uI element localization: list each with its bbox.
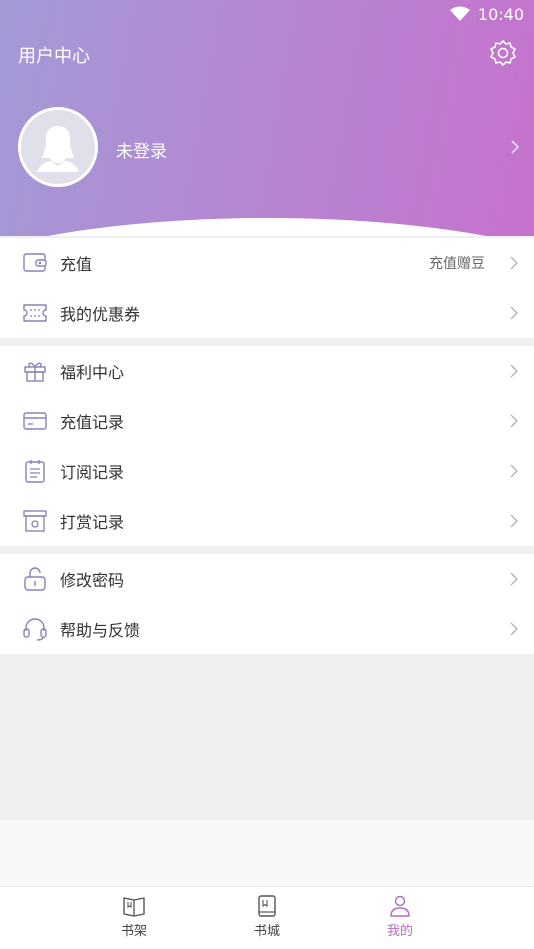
status-time: 10:40: [477, 4, 524, 24]
tab-label: 书架: [120, 924, 147, 939]
tab-bookstore[interactable]: 书城: [227, 895, 307, 939]
menu-group-account: 充值 充值赠豆 我的优惠券: [0, 238, 534, 338]
box-icon: [22, 508, 48, 534]
tab-label: 我的: [386, 924, 413, 939]
clipboard-icon: [22, 458, 48, 484]
menu-item-help-feedback[interactable]: 帮助与反馈: [0, 604, 534, 654]
gear-icon: [490, 40, 516, 66]
status-bar: 10:40: [449, 0, 524, 28]
menu-label: 充值记录: [60, 413, 125, 432]
chevron-right-icon: [510, 464, 518, 478]
tab-mine[interactable]: 我的: [360, 895, 440, 939]
menu-label: 我的优惠券: [60, 305, 141, 324]
menu-item-tips[interactable]: 打赏记录: [0, 496, 534, 546]
menu-group-settings: 修改密码 帮助与反馈: [0, 554, 534, 654]
chevron-right-icon: [510, 514, 518, 528]
menu-label: 帮助与反馈: [60, 621, 141, 640]
menu-label: 充值: [60, 255, 93, 274]
header-curve: [0, 218, 534, 236]
chevron-right-icon[interactable]: [510, 139, 520, 155]
gift-icon: [22, 358, 48, 384]
menu-label: 打赏记录: [60, 513, 125, 532]
page-title: 用户中心: [18, 46, 90, 67]
menu-label: 福利中心: [60, 363, 125, 382]
wallet-icon: [22, 250, 48, 276]
tab-bookshelf[interactable]: 书架: [94, 895, 174, 939]
bookshelf-icon: [123, 897, 145, 917]
bookstore-icon: [258, 895, 276, 917]
bottom-tab-bar: 书架 书城 我的: [0, 886, 534, 949]
coupon-icon: [22, 300, 48, 326]
user-icon: [390, 895, 410, 917]
chevron-right-icon: [510, 256, 518, 270]
menu-label: 修改密码: [60, 571, 125, 590]
menu-item-benefits[interactable]: 福利中心: [0, 346, 534, 396]
card-icon: [22, 408, 48, 434]
chevron-right-icon: [510, 306, 518, 320]
chevron-right-icon: [510, 622, 518, 636]
menu-item-recharge[interactable]: 充值 充值赠豆: [0, 238, 534, 288]
menu-label: 订阅记录: [60, 463, 125, 482]
footer-spacer: [0, 820, 534, 886]
wifi-icon: [449, 6, 470, 21]
chevron-right-icon: [510, 364, 518, 378]
menu-item-change-password[interactable]: 修改密码: [0, 554, 534, 604]
login-status[interactable]: 未登录: [116, 137, 167, 162]
recharge-hint: 充值赠豆: [429, 256, 485, 272]
menu-group-records: 福利中心 充值记录 订阅记录 打赏记录: [0, 346, 534, 546]
default-avatar-icon: [37, 126, 79, 172]
menu-item-subscriptions[interactable]: 订阅记录: [0, 446, 534, 496]
lock-icon: [22, 566, 48, 592]
tab-label: 书城: [253, 924, 280, 939]
chevron-right-icon: [510, 414, 518, 428]
chevron-right-icon: [510, 572, 518, 586]
menu-item-recharge-history[interactable]: 充值记录: [0, 396, 534, 446]
menu-item-coupons[interactable]: 我的优惠券: [0, 288, 534, 338]
headset-icon: [22, 616, 48, 642]
avatar[interactable]: [18, 107, 98, 187]
settings-button[interactable]: [489, 39, 517, 67]
